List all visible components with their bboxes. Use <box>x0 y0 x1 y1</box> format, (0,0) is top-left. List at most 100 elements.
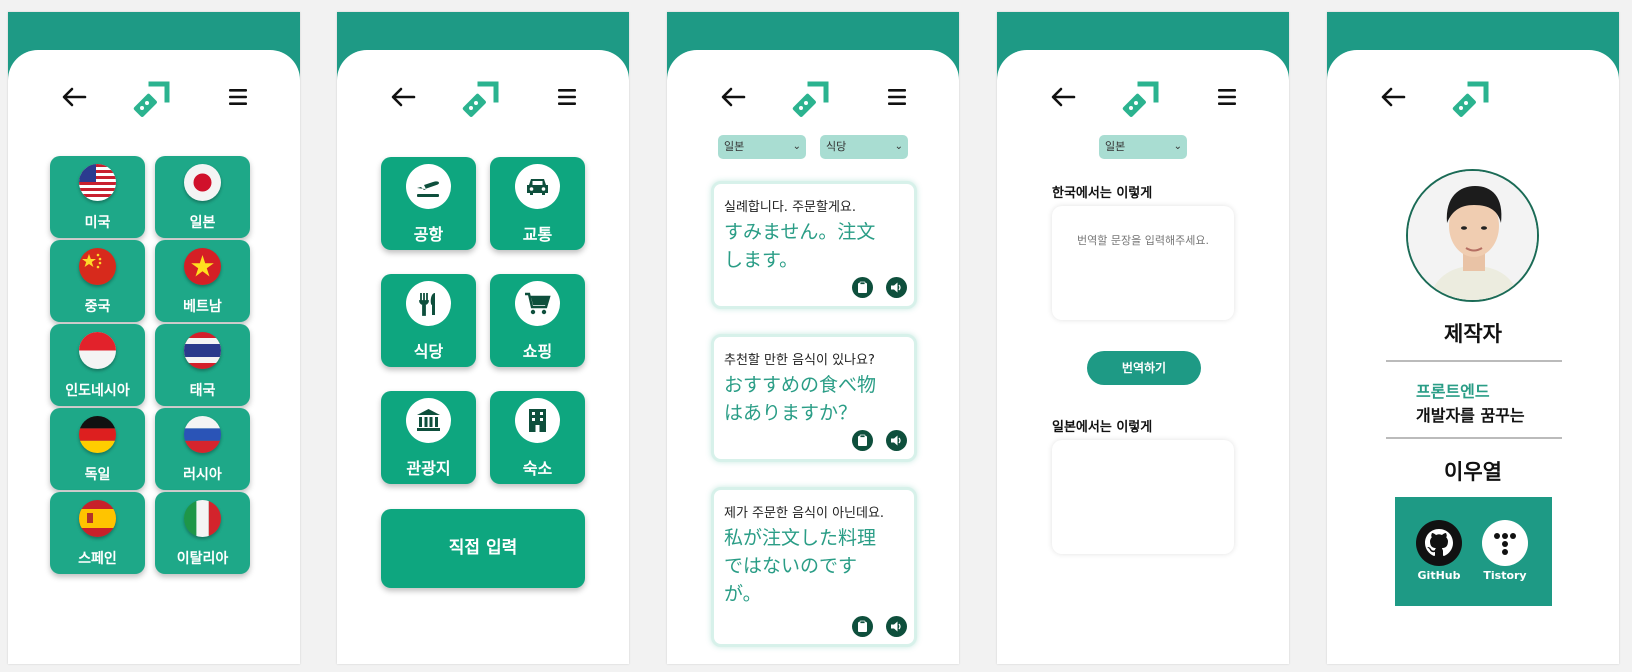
country-button-vietnam[interactable]: 베트남 <box>155 240 250 322</box>
copy-button[interactable] <box>852 430 873 451</box>
content-panel: 제작자 프론트엔드 개발자를 꿈꾸는 이우열 GitHub Tistory <box>1327 50 1619 664</box>
direct-input-button[interactable]: 직접 입력 <box>381 509 585 588</box>
social-links: GitHub Tistory <box>1395 497 1552 606</box>
avatar <box>1406 169 1539 302</box>
country-button-italy[interactable]: 이탈리아 <box>155 492 250 574</box>
phrase-card: 실례합니다. 주문할게요. すみません。注文します。 <box>711 181 917 309</box>
hamburger-menu-icon[interactable] <box>556 86 578 108</box>
back-arrow-icon[interactable] <box>390 85 416 109</box>
role-description: 개발자를 꿈꾸는 <box>1416 406 1525 425</box>
hamburger-menu-icon[interactable] <box>227 86 249 108</box>
content-panel: 일본 ⌄ 한국에서는 이렇게 번역할 문장을 입력해주세요. 번역하기 일본에서… <box>997 50 1289 664</box>
category-button-transport[interactable]: 교통 <box>490 157 585 250</box>
phrase-card: 추천할 만한 음식이 있나요? おすすめの食べ物はありますか？ <box>711 334 917 462</box>
country-label: 인도네시아 <box>65 383 130 399</box>
app-logo-icon <box>1452 78 1492 118</box>
country-button-spain[interactable]: 스페인 <box>50 492 145 574</box>
chevron-down-icon: ⌄ <box>894 141 903 152</box>
categories-screen: 공항 교통 식당 쇼핑 관광지 숙소 직접 입력 <box>337 12 629 664</box>
category-label: 공항 <box>413 225 444 244</box>
country-label: 미국 <box>84 215 111 231</box>
country-button-japan[interactable]: 일본 <box>155 156 250 238</box>
speak-button[interactable] <box>886 277 907 298</box>
app-logo-icon <box>133 78 173 118</box>
github-label[interactable]: GitHub <box>1409 569 1469 582</box>
content-panel: 공항 교통 식당 쇼핑 관광지 숙소 직접 입력 <box>337 50 629 664</box>
top-bar <box>337 78 629 118</box>
country-button-russia[interactable]: 러시아 <box>155 408 250 490</box>
copy-button[interactable] <box>852 277 873 298</box>
country-button-indonesia[interactable]: 인도네시아 <box>50 324 145 406</box>
category-select[interactable]: 식당 ⌄ <box>820 135 908 159</box>
speak-button[interactable] <box>886 616 907 637</box>
top-bar <box>667 78 959 118</box>
github-button[interactable] <box>1416 520 1462 566</box>
spain-flag-icon <box>79 500 116 537</box>
back-arrow-icon[interactable] <box>1380 85 1406 109</box>
vietnam-flag-icon <box>184 248 221 285</box>
top-bar <box>997 78 1289 118</box>
country-select[interactable]: 일본 ⌄ <box>718 135 806 159</box>
country-label: 독일 <box>84 467 111 483</box>
github-icon <box>1425 529 1453 556</box>
hamburger-menu-icon[interactable] <box>886 86 908 108</box>
italy-flag-icon <box>184 500 221 537</box>
copy-button[interactable] <box>852 616 873 637</box>
back-arrow-icon[interactable] <box>720 85 746 109</box>
category-button-airport[interactable]: 공항 <box>381 157 476 250</box>
phrase-korean: 실례합니다. 주문할게요. <box>724 200 856 215</box>
top-bar <box>1327 78 1619 118</box>
country-label: 중국 <box>84 299 111 315</box>
japan-flag-icon <box>184 164 221 201</box>
phrase-japanese: すみません。注文します。 <box>724 221 876 271</box>
phrase-korean: 제가 주문한 음식이 아닌데요. <box>724 506 885 521</box>
category-label: 쇼핑 <box>522 342 553 361</box>
category-button-attraction[interactable]: 관광지 <box>381 391 476 484</box>
russia-flag-icon <box>184 416 221 453</box>
clipboard-icon <box>858 434 867 446</box>
divider <box>1386 360 1562 362</box>
app-logo-icon <box>792 78 832 118</box>
back-arrow-icon[interactable] <box>61 85 87 109</box>
clipboard-icon <box>858 620 867 632</box>
chevron-down-icon: ⌄ <box>792 141 801 152</box>
country-button-china[interactable]: 중국 <box>50 240 145 322</box>
tistory-label[interactable]: Tistory <box>1475 569 1535 582</box>
utensils-icon <box>419 293 435 316</box>
source-text-input[interactable]: 번역할 문장을 입력해주세요. <box>1052 206 1234 320</box>
phrase-japanese: おすすめの食べ物はありますか？ <box>724 374 877 424</box>
page-title: 제작자 <box>1444 322 1502 346</box>
country-label: 이탈리아 <box>176 551 229 567</box>
country-select[interactable]: 일본 ⌄ <box>1099 135 1187 159</box>
output-label: 일본에서는 이렇게 <box>1052 420 1153 435</box>
category-button-shopping[interactable]: 쇼핑 <box>490 274 585 367</box>
country-label: 베트남 <box>183 299 222 315</box>
translation-output <box>1052 440 1234 554</box>
profile-photo <box>1408 171 1537 300</box>
back-arrow-icon[interactable] <box>1050 85 1076 109</box>
country-button-germany[interactable]: 독일 <box>50 408 145 490</box>
tistory-button[interactable] <box>1482 520 1528 566</box>
clipboard-icon <box>858 281 867 293</box>
us-flag-icon <box>79 164 116 201</box>
input-label: 한국에서는 이렇게 <box>1052 186 1153 201</box>
phrase-korean: 추천할 만한 음식이 있나요? <box>724 353 875 368</box>
category-button-restaurant[interactable]: 식당 <box>381 274 476 367</box>
category-button-lodging[interactable]: 숙소 <box>490 391 585 484</box>
translate-screen: 일본 ⌄ 한국에서는 이렇게 번역할 문장을 입력해주세요. 번역하기 일본에서… <box>997 12 1289 664</box>
speaker-icon <box>891 621 901 632</box>
speaker-icon <box>891 435 901 446</box>
country-button-usa[interactable]: 미국 <box>50 156 145 238</box>
germany-flag-icon <box>79 416 116 453</box>
thailand-flag-icon <box>184 332 221 369</box>
app-logo-icon <box>1122 78 1162 118</box>
speak-button[interactable] <box>886 430 907 451</box>
countries-screen: 미국 일본 중국 베트남 인도네시아 태국 독일 러시아 스페인 이탈리아 <box>8 12 300 664</box>
indonesia-flag-icon <box>79 332 116 369</box>
country-button-thailand[interactable]: 태국 <box>155 324 250 406</box>
hamburger-menu-icon[interactable] <box>1216 86 1238 108</box>
translate-button[interactable]: 번역하기 <box>1087 351 1201 385</box>
chevron-down-icon: ⌄ <box>1173 141 1182 152</box>
china-flag-icon <box>79 248 116 285</box>
country-label: 러시아 <box>183 467 222 483</box>
